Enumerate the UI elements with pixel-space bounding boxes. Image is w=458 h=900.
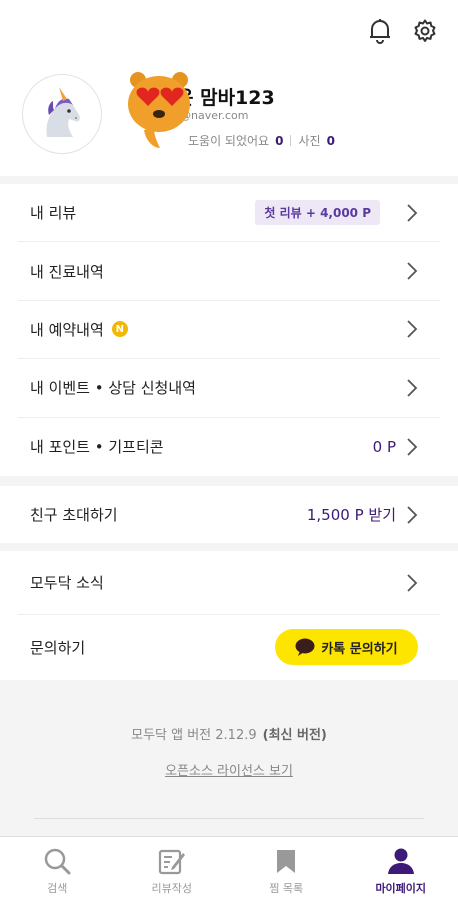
write-review-icon [158,849,185,875]
nav-write-review-label: 리뷰작성 [151,882,192,895]
nav-mypage[interactable]: 마이페이지 [344,837,458,900]
points-label: 내 포인트 • 기프티콘 [30,438,164,457]
chevron-right-icon [407,505,418,524]
chat-bubble-icon [295,638,315,656]
chevron-right-icon [407,320,418,339]
menu-card-invite: 친구 초대하기 1,500 P 받기 [0,486,458,543]
menu-reservation-history[interactable]: 내 예약내역 N [18,301,440,360]
user-icon [387,848,414,874]
menu-my-review[interactable]: 내 리뷰 첫 리뷰 + 4,000 P [18,184,440,243]
chevron-right-icon [407,204,418,222]
nav-bookmarks-label: 찜 목록 [269,882,304,895]
kakao-inquiry-label: 카톡 문의하기 [321,641,398,657]
bell-icon[interactable] [365,16,395,46]
menu-contact: 문의하기 카톡 문의하기 [18,615,440,679]
latest-version-label: (최신 버전) [262,728,327,743]
menu-points[interactable]: 내 포인트 • 기프티콘 0 P [18,418,440,476]
my-review-label: 내 리뷰 [30,204,77,223]
unicorn-icon[interactable] [22,74,102,154]
nav-bookmarks[interactable]: 찜 목록 [229,837,344,900]
treatment-history-label: 내 진료내역 [30,262,104,281]
divider [34,818,424,819]
contact-label: 문의하기 [30,638,86,657]
mypage-screen: 운 맘바123 @naver.com 도움이 되었어요 0 사진 0 내 리뷰 … [0,0,458,900]
reservation-history-label: 내 예약내역 [30,320,104,339]
menu-treatment-history[interactable]: 내 진료내역 [18,242,440,301]
menu-news[interactable]: 모두닥 소식 [18,551,440,615]
top-bar [0,0,458,64]
app-version: 모두닥 앱 버전 2.12.9 (최신 버전) [0,724,458,743]
gear-icon[interactable] [410,16,440,46]
menu-event-history[interactable]: 내 이벤트 • 상담 신청내역 [18,359,440,418]
news-label: 모두닥 소식 [30,574,104,592]
invite-reward: 1,500 P 받기 [306,506,396,524]
menu-invite[interactable]: 친구 초대하기 1,500 P 받기 [18,486,440,543]
chevron-right-icon [407,262,418,280]
app-version-text: 모두닥 앱 버전 2.12.9 [131,728,257,743]
bear-sticker-icon [128,72,190,148]
profile-section: 운 맘바123 @naver.com 도움이 되었어요 0 사진 0 [0,64,458,176]
search-icon [45,848,71,875]
event-history-label: 내 이벤트 • 상담 신청내역 [30,379,196,398]
invite-label: 친구 초대하기 [30,506,118,524]
nav-write-review[interactable]: 리뷰작성 [115,837,230,900]
chevron-right-icon [407,573,418,592]
license-link[interactable]: 오픈소스 라이선스 보기 [0,760,458,779]
chevron-right-icon [407,438,418,456]
photos-label: 사진 [298,134,321,148]
menu-card-support: 모두닥 소식 문의하기 카톡 문의하기 [0,551,458,680]
menu-card-main: 내 리뷰 첫 리뷰 + 4,000 P 내 진료내역 내 예약내역 N 내 이벤… [0,184,458,476]
new-badge: N [111,321,128,338]
points-value: 0 P [372,437,396,456]
helpful-count: 0 [275,133,284,148]
chevron-right-icon [407,379,418,397]
stats-divider [290,135,292,146]
kakao-inquiry-button[interactable]: 카톡 문의하기 [275,629,418,665]
helpful-label: 도움이 되었어요 [188,134,270,148]
nav-search-label: 검색 [47,882,68,895]
bottom-navigation: 검색 리뷰작성 찜 목록 마이페이지 [0,836,458,900]
nav-mypage-label: 마이페이지 [375,882,427,895]
nav-search[interactable]: 검색 [0,837,115,900]
photos-count: 0 [326,133,335,148]
first-review-badge: 첫 리뷰 + 4,000 P [255,200,380,226]
bookmark-icon [277,850,296,873]
